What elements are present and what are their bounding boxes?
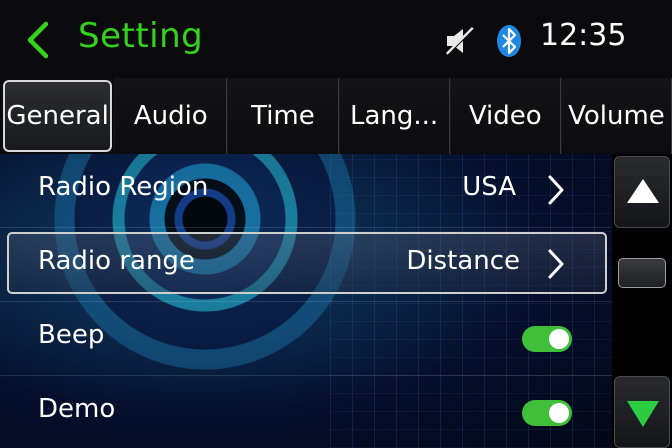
demo-label: Demo [38, 394, 116, 424]
back-button[interactable] [22, 20, 54, 60]
scrollbar[interactable] [612, 154, 672, 448]
scroll-thumb[interactable] [618, 258, 666, 288]
demo-row: Demo [0, 376, 612, 448]
radio-region-label: Radio Region [38, 172, 209, 202]
tab-volume[interactable]: Volume [560, 78, 672, 154]
beep-label: Beep [38, 320, 105, 350]
beep-row: Beep [0, 302, 612, 376]
tab-video[interactable]: Video [449, 78, 561, 154]
toggle-knob [549, 403, 569, 423]
radio-range-value: Distance [406, 246, 520, 276]
radio-range-label: Radio range [38, 246, 195, 276]
tab-general[interactable]: General [3, 80, 113, 152]
settings-tabs: General Audio Time Lang... Video Volume [0, 78, 672, 154]
radio-region-row[interactable]: Radio Region USA [0, 154, 612, 228]
demo-toggle[interactable] [522, 400, 572, 426]
chevron-right-icon [548, 249, 564, 279]
header-bar: Setting 12:35 [0, 0, 672, 78]
toggle-knob [549, 329, 569, 349]
radio-range-row[interactable]: Radio range Distance [0, 228, 612, 302]
tab-language[interactable]: Lang... [338, 78, 450, 154]
beep-toggle[interactable] [522, 326, 572, 352]
clock: 12:35 [540, 18, 627, 53]
page-title: Setting [78, 16, 204, 56]
scroll-up-button[interactable] [614, 156, 670, 228]
tab-audio[interactable]: Audio [114, 78, 228, 154]
chevron-right-icon [548, 175, 564, 205]
bluetooth-icon [497, 25, 521, 57]
scroll-down-button[interactable] [614, 376, 670, 448]
radio-region-value: USA [462, 172, 516, 202]
tab-time[interactable]: Time [227, 78, 339, 154]
settings-list: Radio Region USA Radio range Distance Be… [0, 154, 612, 448]
chevron-left-icon [27, 21, 49, 59]
triangle-down-icon [627, 401, 659, 427]
speaker-muted-icon [445, 26, 475, 56]
triangle-up-icon [627, 179, 659, 203]
